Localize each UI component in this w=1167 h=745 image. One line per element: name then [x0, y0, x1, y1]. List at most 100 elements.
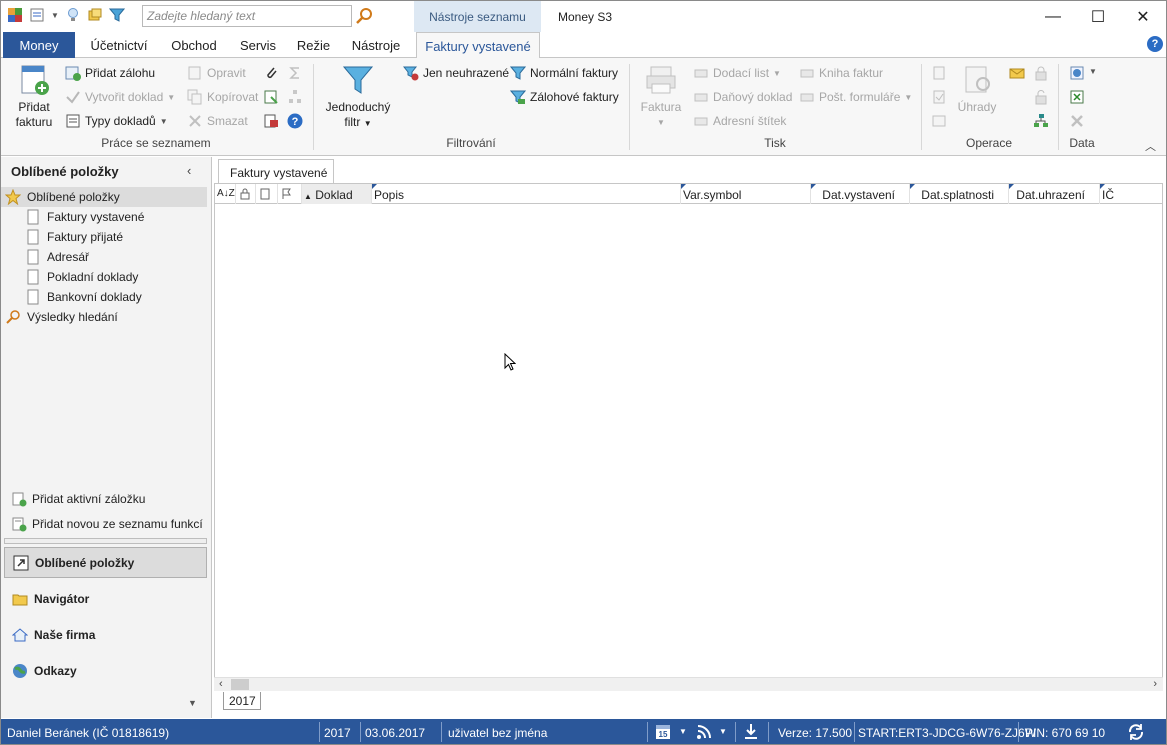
tab-money[interactable]: Money [3, 32, 75, 58]
tree-icon[interactable] [287, 89, 303, 105]
print-list-icon[interactable] [263, 113, 279, 129]
sort-az-icon[interactable]: A↓Z [215, 184, 236, 204]
tools-icon[interactable] [1069, 113, 1085, 129]
tab-servis[interactable]: Servis [233, 32, 283, 58]
doc-tab-issued-invoices[interactable]: Faktury vystavené [218, 159, 334, 183]
scroll-thumb[interactable] [231, 679, 249, 690]
col-doklad[interactable]: ▲ Doklad [302, 184, 372, 204]
lock-icon[interactable] [1033, 65, 1049, 81]
delete-button[interactable]: Smazat [187, 113, 248, 129]
chevron-down-icon[interactable]: ▼ [1089, 67, 1097, 76]
lock-column-icon[interactable] [236, 184, 256, 204]
excel-export-icon[interactable] [1069, 89, 1085, 105]
status-year[interactable]: 2017 [324, 719, 351, 744]
calendar-icon[interactable]: 15 [655, 723, 671, 740]
payments-button[interactable]: Úhrady [953, 64, 1001, 115]
doc-types-button[interactable]: Typy dokladů ▼ [65, 113, 168, 129]
unpaid-only-button[interactable]: Jen neuhrazené [402, 65, 509, 81]
paperclip-icon[interactable] [263, 65, 279, 81]
folders-icon[interactable] [87, 7, 103, 23]
hierarchy-icon[interactable] [1033, 113, 1049, 129]
chevron-down-icon[interactable]: ▼ [719, 727, 727, 736]
doc-column-icon[interactable] [256, 184, 278, 204]
col-date-paid[interactable]: Dat.uhrazení [1009, 184, 1100, 204]
print-invoice-button[interactable]: Faktura ▼ [637, 64, 685, 130]
normal-invoices-button[interactable]: Normální faktury [509, 65, 619, 81]
tree-item-cash-docs[interactable]: Pokladní doklady [1, 267, 207, 287]
tax-doc-button[interactable]: Daňový doklad [693, 89, 792, 105]
more-nav-icon[interactable]: ▼ [188, 698, 197, 708]
doc-ops-icon[interactable] [931, 65, 947, 81]
close-button[interactable]: ✕ [1120, 1, 1166, 32]
scroll-right-icon[interactable]: › [1153, 678, 1157, 690]
svg-text:15: 15 [659, 730, 668, 739]
postal-forms-button[interactable]: Pošt. formuláře ▼ [799, 89, 912, 105]
check-doc-icon[interactable] [931, 89, 947, 105]
tree-item-favorites[interactable]: Oblíbené položky [1, 187, 207, 207]
sum-icon[interactable] [287, 65, 303, 81]
help-circle-icon[interactable]: ? [287, 113, 303, 129]
tree-item-search-results[interactable]: Výsledky hledání [1, 307, 207, 327]
horizontal-scrollbar[interactable]: ‹ › [214, 677, 1163, 691]
col-date-issued[interactable]: Dat.vystavení [811, 184, 910, 204]
copy-button[interactable]: Kopírovat [187, 89, 258, 105]
add-invoice-button[interactable]: Přidat fakturu [9, 64, 59, 130]
add-advance-button[interactable]: Přidat zálohu [65, 65, 155, 81]
tab-rezie[interactable]: Režie [291, 32, 336, 58]
search-input[interactable]: Zadejte hledaný text [142, 5, 352, 27]
help-icon[interactable]: ? [1147, 36, 1163, 52]
tree-item-label: Pokladní doklady [47, 270, 139, 284]
tab-nastroje[interactable]: Nástroje [344, 32, 408, 58]
tree-item-bank-docs[interactable]: Bankovní doklady [1, 287, 207, 307]
address-label-button[interactable]: Adresní štítek [693, 113, 786, 129]
flag-column-icon[interactable] [278, 184, 302, 204]
collapse-ribbon-icon[interactable]: ︿ [1145, 138, 1156, 154]
list-icon[interactable] [29, 7, 45, 23]
scroll-left-icon[interactable]: ‹ [219, 678, 223, 690]
unlock-icon[interactable] [1033, 89, 1049, 105]
download-icon[interactable] [743, 723, 759, 740]
tree-item-address-book[interactable]: Adresář [1, 247, 207, 267]
add-active-bookmark-link[interactable]: Přidat aktivní záložku [11, 491, 145, 507]
nav-links-button[interactable]: Odkazy [4, 655, 207, 686]
dropdown-arrow-icon[interactable]: ▼ [51, 11, 59, 20]
web-data-icon[interactable] [1069, 65, 1085, 81]
simple-filter-button[interactable]: Jednoduchý filtr ▼ [321, 64, 395, 131]
chevron-down-icon[interactable]: ▼ [679, 727, 687, 736]
edit-button[interactable]: Opravit [187, 65, 246, 81]
col-popis[interactable]: Popis [372, 184, 681, 204]
create-doc-button[interactable]: Vytvořit doklad ▼ [65, 89, 175, 105]
refresh-icon[interactable] [1127, 723, 1145, 741]
tab-obchod[interactable]: Obchod [163, 32, 225, 58]
tree-item-received-invoices[interactable]: Faktury přijaté [1, 227, 207, 247]
collapse-panel-icon[interactable]: ‹ [187, 163, 191, 178]
advance-invoices-button[interactable]: Zálohové faktury [509, 89, 619, 105]
book-icon[interactable] [931, 113, 947, 129]
add-from-function-list-link[interactable]: Přidat novou ze seznamu funkcí [11, 516, 203, 532]
col-var-symbol[interactable]: Var.symbol [681, 184, 811, 204]
rss-icon[interactable] [696, 724, 712, 740]
money-logo-icon[interactable] [7, 7, 23, 23]
nav-favorites-button[interactable]: Oblíbené položky [4, 547, 207, 578]
envelope-icon[interactable] [1009, 65, 1025, 81]
filter-icon[interactable] [108, 7, 125, 23]
nav-navigator-button[interactable]: Navigátor [4, 583, 207, 614]
normal-invoices-label: Normální faktury [530, 66, 619, 80]
tab-ucetnictvi[interactable]: Účetnictví [83, 32, 155, 58]
invoice-book-button[interactable]: Kniha faktur [799, 65, 883, 81]
export-icon[interactable] [263, 89, 279, 105]
nav-company-button[interactable]: Naše firma [4, 619, 207, 650]
col-date-due[interactable]: Dat.splatnosti [910, 184, 1009, 204]
column-marker-icon [1009, 184, 1014, 189]
panel-splitter[interactable] [4, 538, 207, 544]
tab-faktury-vystavene[interactable]: Faktury vystavené [416, 32, 540, 59]
status-date[interactable]: 03.06.2017 [365, 719, 425, 744]
tree-item-issued-invoices[interactable]: Faktury vystavené [1, 207, 207, 227]
bulb-icon[interactable] [65, 7, 81, 23]
maximize-button[interactable]: ☐ [1075, 1, 1121, 32]
search-icon[interactable] [355, 7, 373, 25]
delivery-note-button[interactable]: Dodací list ▼ [693, 65, 781, 81]
col-ic[interactable]: IČ [1100, 184, 1162, 204]
minimize-button[interactable]: — [1030, 1, 1076, 32]
year-tab[interactable]: 2017 [223, 692, 261, 710]
